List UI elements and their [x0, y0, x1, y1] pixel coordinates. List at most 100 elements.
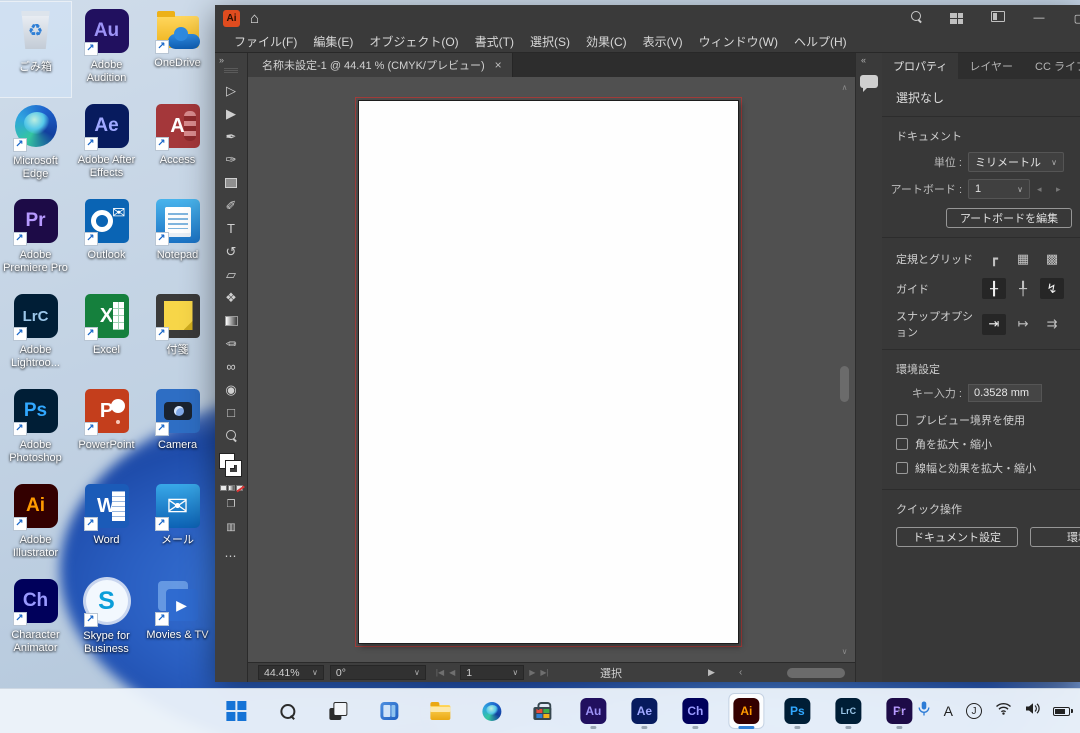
desktop-icon-character-animator[interactable]: Ch↗ Character Animator — [0, 572, 71, 667]
gradient-button[interactable] — [228, 485, 235, 491]
show-grid-icon[interactable]: ▦ — [1011, 248, 1035, 269]
snap-to-grid-icon[interactable]: ⇥ — [982, 314, 1006, 335]
smart-guides-icon[interactable]: ↯ — [1040, 278, 1064, 299]
search-icon[interactable] — [911, 11, 922, 25]
none-button[interactable] — [236, 485, 243, 491]
desktop-icon-excel[interactable]: X↗ Excel — [71, 287, 142, 382]
show-transparency-grid-icon[interactable]: ▩ — [1040, 248, 1064, 269]
document-setup-button[interactable]: ドキュメント設定 — [896, 527, 1018, 547]
edit-artboard-button[interactable]: アートボードを編集 — [946, 208, 1072, 228]
maximize-button[interactable]: ▢ — [1064, 7, 1080, 29]
desktop-icon-word[interactable]: W↗ Word — [71, 477, 142, 572]
preferences-button[interactable]: 環境設定 — [1030, 527, 1080, 547]
artboard-select[interactable]: 1 ∨ — [968, 179, 1030, 199]
wifi-icon[interactable] — [995, 702, 1012, 720]
last-artboard-icon[interactable]: ▶| — [540, 668, 548, 677]
toolbar-expand-icon[interactable]: » — [215, 55, 224, 65]
toolbar-grip[interactable] — [224, 68, 238, 73]
menu-effect[interactable]: 効果(C) — [578, 33, 635, 50]
rotation-control[interactable]: 0° ∨ — [330, 665, 426, 680]
blend-tool[interactable]: ∞ — [218, 355, 244, 378]
desktop-icon-camera[interactable]: ↗ Camera — [142, 382, 213, 477]
desktop-icon-microsoft-edge[interactable]: ↗ Microsoft Edge — [0, 97, 71, 192]
scroll-left-icon[interactable]: ‹ — [733, 667, 748, 678]
chevron-down-icon[interactable]: ∨ — [414, 668, 420, 677]
key-input-field[interactable]: 0.3528 mm — [968, 384, 1042, 402]
microsoft-store-button[interactable] — [525, 694, 559, 728]
screen-mode-button[interactable]: ▥ — [218, 516, 244, 539]
horizontal-scrollbar-track[interactable] — [748, 668, 831, 678]
paintbrush-tool[interactable]: ✐ — [218, 194, 244, 217]
menu-window[interactable]: ウィンドウ(W) — [691, 33, 786, 50]
next-artboard-icon[interactable]: ▶ — [529, 668, 535, 677]
artboard[interactable] — [358, 100, 739, 644]
scroll-down-icon[interactable]: ∨ — [839, 647, 850, 656]
desktop-icon-outlook[interactable]: ↗ Outlook — [71, 192, 142, 287]
color-type-buttons[interactable] — [220, 485, 243, 491]
tab-properties[interactable]: プロパティ — [882, 53, 958, 79]
desktop-icon-movies-tv[interactable]: ▶↗ Movies & TV — [142, 572, 213, 667]
chevron-down-icon[interactable]: ∨ — [312, 668, 318, 677]
color-button[interactable] — [220, 485, 227, 491]
desktop-icon-mail[interactable]: ✉↗ メール — [142, 477, 213, 572]
tray-overflow-icon[interactable]: ∧ — [896, 706, 903, 717]
desktop-icon-adobe-lightroom[interactable]: LrC↗ Adobe Lightroo... — [0, 287, 71, 382]
desktop-icon-adobe-after-effects[interactable]: Ae↗ Adobe After Effects — [71, 97, 142, 192]
taskbar-lightroom[interactable]: LrC — [831, 694, 865, 728]
edit-toolbar-icon[interactable]: ⋯ — [225, 549, 238, 563]
desktop-icon-powerpoint[interactable]: P↗ PowerPoint — [71, 382, 142, 477]
vertical-scrollbar[interactable]: ∧ ∨ — [839, 83, 850, 656]
document-tab[interactable]: 名称未設定-1 @ 44.41 % (CMYK/プレビュー) × — [248, 53, 513, 77]
rectangle-tool[interactable] — [218, 171, 244, 194]
horizontal-scrollbar-thumb[interactable] — [787, 668, 845, 678]
status-flyout-icon[interactable]: ▶ — [708, 667, 715, 678]
menu-edit[interactable]: 編集(E) — [305, 33, 361, 50]
draw-mode-button[interactable]: ❐ — [218, 493, 244, 516]
checkbox-icon[interactable] — [896, 438, 908, 450]
unit-select[interactable]: ミリメートル ∨ — [968, 152, 1064, 172]
rotate-tool[interactable]: ↺ — [218, 240, 244, 263]
stroke-swatch[interactable] — [226, 461, 241, 476]
desktop-icon-notepad[interactable]: ↗ Notepad — [142, 192, 213, 287]
rotate-view-tool[interactable]: ◉ — [218, 378, 244, 401]
file-explorer-button[interactable] — [423, 694, 457, 728]
desktop-icon-adobe-illustrator[interactable]: Ai↗ Adobe Illustrator — [0, 477, 71, 572]
eyedropper-tool[interactable]: ✏ — [218, 332, 244, 355]
minimize-button[interactable]: — — [1024, 7, 1054, 29]
menu-type[interactable]: 書式(T) — [467, 33, 522, 50]
curvature-tool[interactable]: ✑ — [218, 148, 244, 171]
horizontal-scrollbar[interactable]: ‹ › — [733, 666, 847, 679]
pen-tool[interactable]: ✒ — [218, 125, 244, 148]
microphone-icon[interactable] — [917, 701, 931, 722]
snap-to-pixel-icon[interactable]: ⇉ — [1040, 314, 1064, 335]
checkbox-icon[interactable] — [896, 414, 908, 426]
taskbar-character-animator[interactable]: Ch — [678, 694, 712, 728]
widgets-button[interactable] — [372, 694, 406, 728]
collapse-panels-icon[interactable]: « — [856, 55, 866, 65]
checkbox-icon[interactable] — [896, 462, 908, 474]
menu-view[interactable]: 表示(V) — [635, 33, 691, 50]
artboard-tool[interactable]: □ — [218, 401, 244, 424]
previous-artboard-icon[interactable]: ◀ — [449, 668, 455, 677]
preview-bounds-checkbox-row[interactable]: プレビュー境界を使用 — [882, 408, 1080, 432]
desktop-icon-adobe-premiere-pro[interactable]: Pr↗ Adobe Premiere Pro — [0, 192, 71, 287]
zoom-tool[interactable] — [218, 424, 244, 447]
tab-layers[interactable]: レイヤー — [958, 53, 1024, 79]
direct-selection-tool[interactable]: ▶ — [218, 102, 244, 125]
ime-circle-j-icon[interactable]: J — [966, 703, 982, 719]
scale-corners-checkbox-row[interactable]: 角を拡大・縮小 — [882, 432, 1080, 456]
comment-panel-icon[interactable] — [860, 75, 878, 88]
type-tool[interactable]: T — [218, 217, 244, 240]
scale-strokes-effects-checkbox-row[interactable]: 線幅と効果を拡大・縮小 — [882, 456, 1080, 480]
taskbar-photoshop[interactable]: Ps — [780, 694, 814, 728]
start-button[interactable] — [219, 694, 253, 728]
show-rulers-icon[interactable]: ┏ — [982, 248, 1006, 269]
desktop-icon-adobe-photoshop[interactable]: Ps↗ Adobe Photoshop — [0, 382, 71, 477]
menu-select[interactable]: 選択(S) — [522, 33, 578, 50]
snap-to-point-icon[interactable]: ↦ — [1011, 314, 1035, 335]
shape-builder-tool[interactable]: ❖ — [218, 286, 244, 309]
show-guides-icon[interactable]: ╂ — [982, 278, 1006, 299]
menu-file[interactable]: ファイル(F) — [226, 33, 305, 50]
tab-cc-libraries[interactable]: CC ライブラリ — [1024, 53, 1080, 79]
workspace-switcher-icon[interactable] — [950, 13, 963, 24]
